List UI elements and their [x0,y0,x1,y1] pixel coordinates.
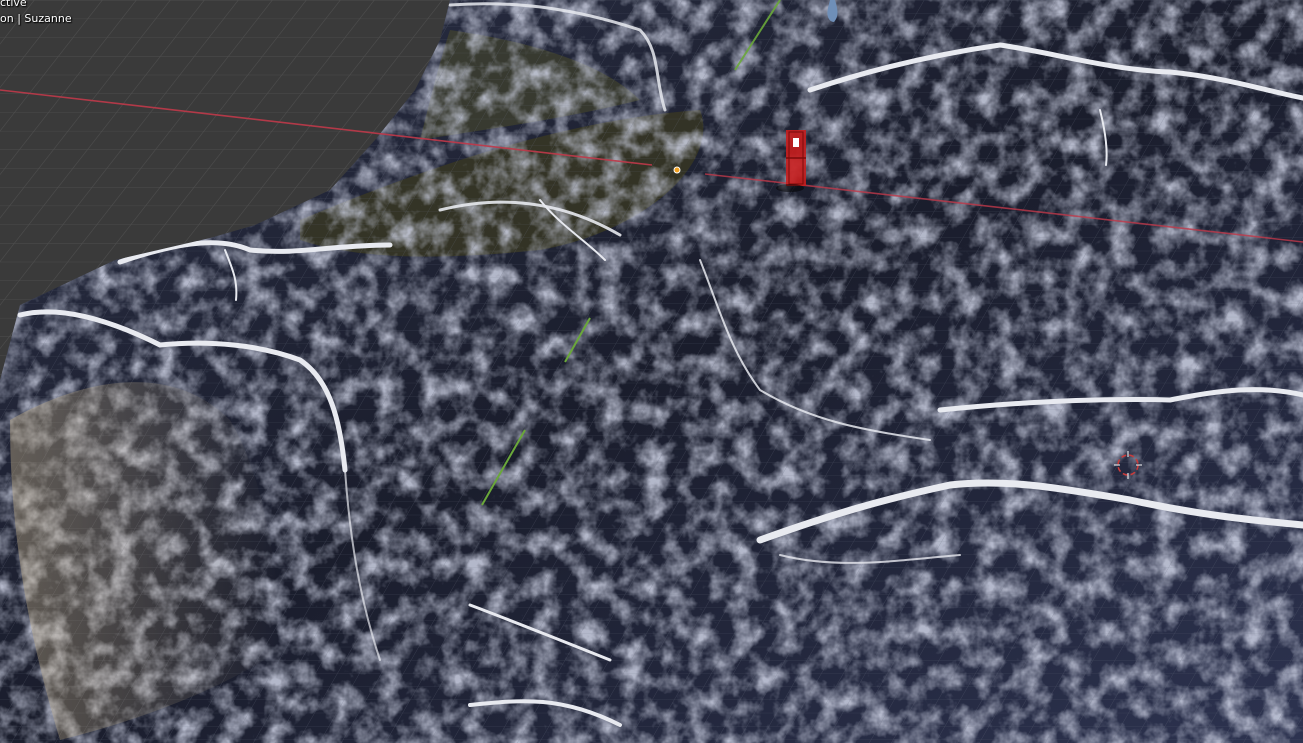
world-origin-dot[interactable] [673,166,681,174]
viewport-scene[interactable] [0,0,1303,743]
collection-separator: | [17,12,21,25]
active-object-name: Suzanne [24,12,72,25]
collection-info: on | Suzanne [0,12,72,26]
collection-name: on [0,12,14,25]
3d-viewport[interactable]: ctive on | Suzanne [0,0,1303,743]
view-mode-label: ctive [0,0,27,9]
